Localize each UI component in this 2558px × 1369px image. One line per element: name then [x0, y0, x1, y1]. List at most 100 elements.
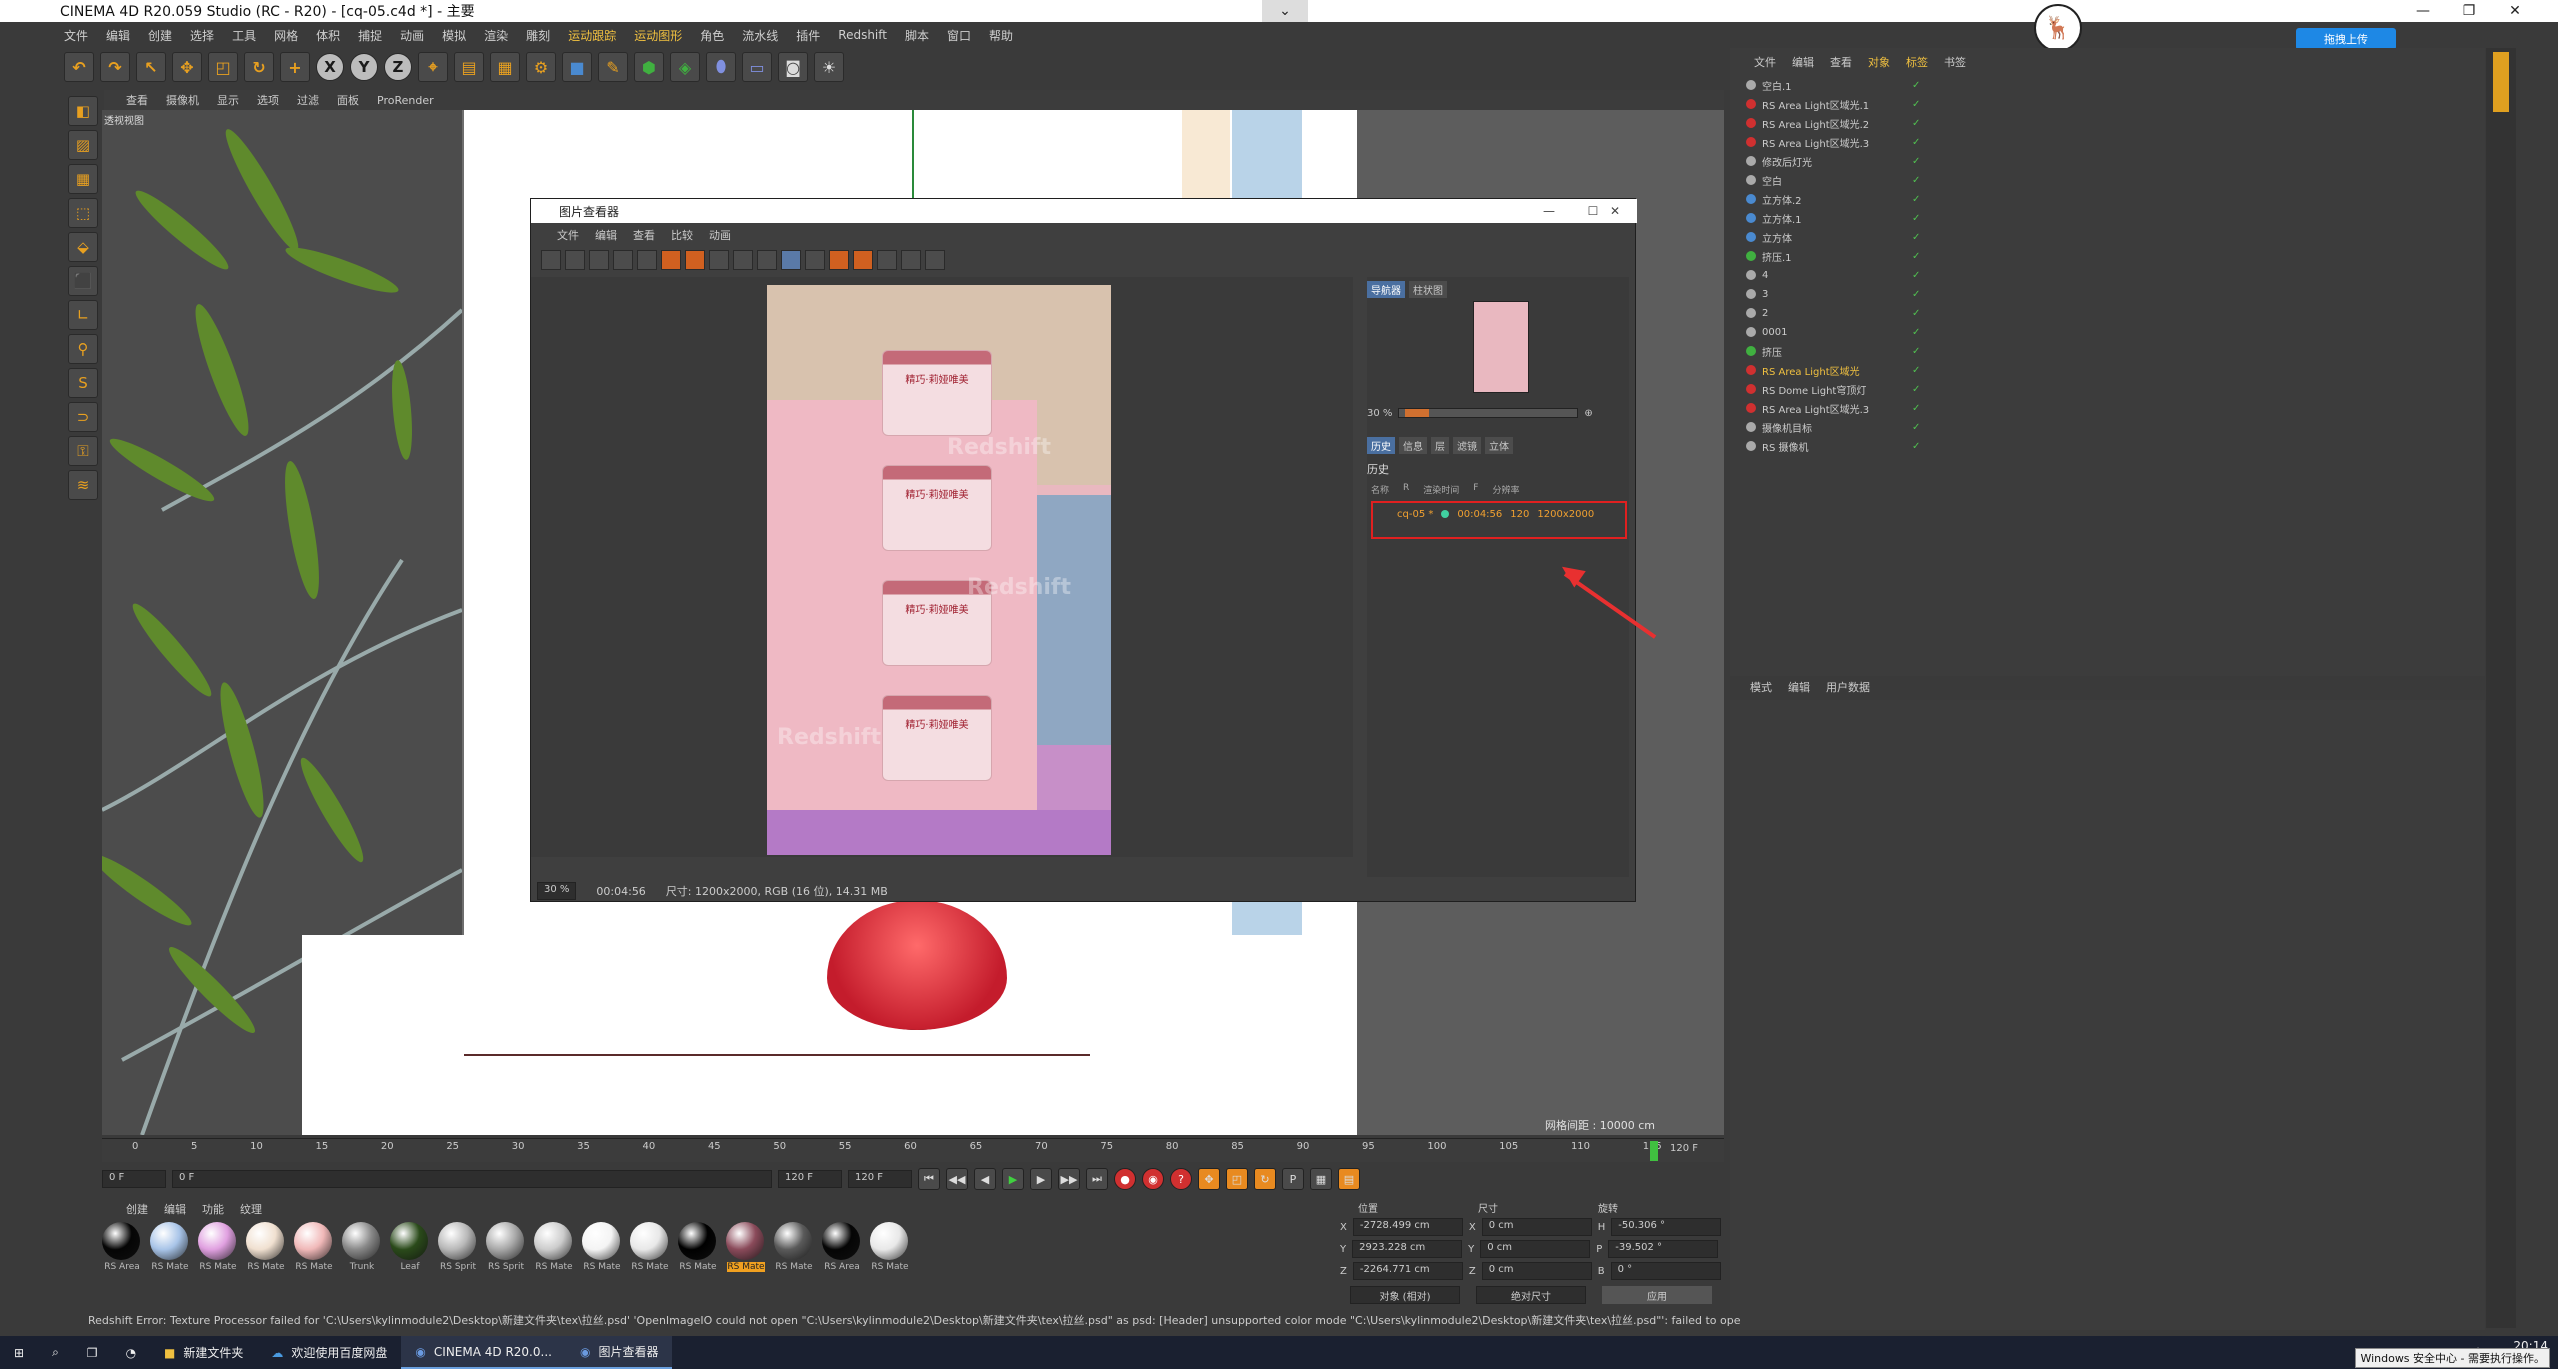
viewport-menu-item[interactable]: ProRender — [377, 94, 434, 107]
size-z-field[interactable]: 0 cm — [1481, 1262, 1592, 1280]
range-start-field[interactable]: 0 F — [172, 1170, 772, 1188]
coordinate-system-icon[interactable]: ⌖ — [418, 52, 448, 82]
pv-menu-item[interactable]: 编辑 — [595, 227, 617, 243]
light-icon[interactable]: ☀ — [814, 52, 844, 82]
security-tooltip[interactable]: Windows 安全中心 - 需要执行操作。 — [2355, 1348, 2550, 1368]
menu-item[interactable]: 文件 — [64, 27, 88, 44]
object-row[interactable]: 空白.1 ✓ — [1746, 76, 2466, 94]
viewport-menu-item[interactable]: 显示 — [217, 92, 239, 108]
avatar[interactable]: 🦌 — [2034, 4, 2082, 52]
material-swatch[interactable]: RS Area — [822, 1222, 862, 1282]
navigator-thumbnail[interactable] — [1473, 301, 1529, 393]
tab-history[interactable]: 历史 — [1367, 437, 1395, 454]
visibility-check-icon[interactable]: ✓ — [1912, 441, 1920, 452]
polygons-mode-icon[interactable]: ⬛ — [68, 266, 98, 296]
material-swatch[interactable]: RS Mate — [870, 1222, 910, 1282]
pos-y-field[interactable]: 2923.228 cm — [1352, 1240, 1463, 1258]
subdivision-icon[interactable]: ⬢ — [634, 52, 664, 82]
menu-item[interactable]: 创建 — [148, 27, 172, 44]
stop-render-icon[interactable] — [685, 250, 705, 270]
rot-h-field[interactable]: -50.306 ° — [1611, 1218, 1722, 1236]
visibility-check-icon[interactable]: ✓ — [1912, 118, 1920, 129]
visibility-check-icon[interactable]: ✓ — [1912, 156, 1920, 167]
layout-icon[interactable] — [901, 250, 921, 270]
attr-menu-item[interactable]: 用户数据 — [1826, 679, 1870, 695]
tab-filter[interactable]: 滤镜 — [1453, 437, 1481, 454]
taskbar-item-picture-viewer[interactable]: ◉ 图片查看器 — [565, 1336, 673, 1369]
visibility-check-icon[interactable]: ✓ — [1912, 422, 1920, 433]
restore-button[interactable]: ❐ — [2446, 0, 2492, 22]
tweak-icon[interactable]: ⚲ — [68, 334, 98, 364]
object-row[interactable]: RS Area Light区域光.3 ✓ — [1746, 399, 2466, 417]
crop-icon[interactable] — [613, 250, 633, 270]
model-mode-icon[interactable]: ◧ — [68, 96, 98, 126]
search-icon[interactable]: ⌕ — [38, 1336, 73, 1369]
goto-end-icon[interactable]: ⏭ — [1086, 1168, 1108, 1190]
visibility-check-icon[interactable]: ✓ — [1912, 80, 1920, 91]
tab-layers[interactable]: 层 — [1431, 437, 1449, 454]
deformer-icon[interactable]: ⬮ — [706, 52, 736, 82]
current-frame-field[interactable]: 0 F — [102, 1170, 166, 1188]
goto-start-icon[interactable]: ⏮ — [918, 1168, 940, 1190]
attr-menu-item[interactable]: 模式 — [1750, 679, 1772, 695]
save-icon[interactable] — [565, 250, 585, 270]
floor-icon[interactable]: ▭ — [742, 52, 772, 82]
material-menu-item[interactable]: 纹理 — [240, 1201, 262, 1217]
menu-item[interactable]: 网格 — [274, 27, 298, 44]
pv-close-button[interactable]: ✕ — [1593, 199, 1637, 223]
visibility-check-icon[interactable]: ✓ — [1912, 175, 1920, 186]
material-menu-item[interactable]: 编辑 — [164, 1201, 186, 1217]
object-row[interactable]: 3 ✓ — [1746, 285, 2466, 303]
object-row[interactable]: 立方体.2 ✓ — [1746, 190, 2466, 208]
cube-icon[interactable]: ■ — [562, 52, 592, 82]
om-menu-item[interactable]: 文件 — [1754, 54, 1776, 70]
visibility-check-icon[interactable]: ✓ — [1912, 308, 1920, 319]
material-swatch[interactable]: RS Mate — [198, 1222, 238, 1282]
object-row[interactable]: RS 摄像机 ✓ — [1746, 437, 2466, 455]
edges-mode-icon[interactable]: ⬙ — [68, 232, 98, 262]
next-frame-icon[interactable]: ▶ — [1030, 1168, 1052, 1190]
tab-navigator[interactable]: 导航器 — [1367, 281, 1405, 298]
material-swatch[interactable]: RS Mate — [246, 1222, 286, 1282]
pos-z-field[interactable]: -2264.771 cm — [1352, 1262, 1463, 1280]
object-row[interactable]: 摄像机目标 ✓ — [1746, 418, 2466, 436]
visibility-check-icon[interactable]: ✓ — [1912, 213, 1920, 224]
upload-button[interactable]: 拖拽上传 — [2296, 28, 2396, 50]
render-view-icon[interactable]: ▤ — [454, 52, 484, 82]
copy-icon[interactable] — [589, 250, 609, 270]
a-icon[interactable] — [829, 250, 849, 270]
prev-key-icon[interactable]: ◀◀ — [946, 1168, 968, 1190]
zoom-plus-icon[interactable]: ⊕ — [1584, 408, 1592, 419]
pv-menu-item[interactable]: 查看 — [633, 227, 655, 243]
compare-b-icon[interactable] — [733, 250, 753, 270]
menu-item[interactable]: Redshift — [838, 28, 887, 42]
object-row[interactable]: 立方体 ✓ — [1746, 228, 2466, 246]
rot-p-field[interactable]: -39.502 ° — [1608, 1240, 1719, 1258]
visibility-check-icon[interactable]: ✓ — [1912, 384, 1920, 395]
attr-menu-item[interactable]: 编辑 — [1788, 679, 1810, 695]
status-zoom[interactable]: 30 % — [537, 882, 577, 900]
menu-item[interactable]: 渲染 — [484, 27, 508, 44]
range-end-field[interactable]: 120 F — [778, 1170, 842, 1188]
task-view-icon[interactable]: ❐ — [73, 1336, 112, 1369]
menu-item[interactable]: 运动跟踪 — [568, 27, 616, 44]
object-row[interactable]: 修改后灯光 ✓ — [1746, 152, 2466, 170]
collapse-icon[interactable]: ⌄ — [1262, 0, 1308, 22]
tab-histogram[interactable]: 柱状图 — [1409, 281, 1447, 298]
visibility-check-icon[interactable]: ✓ — [1912, 365, 1920, 376]
material-swatch[interactable]: RS Mate — [630, 1222, 670, 1282]
om-menu-item[interactable]: 查看 — [1830, 54, 1852, 70]
magnet-icon[interactable]: ⊃ — [68, 402, 98, 432]
menu-item[interactable]: 捕捉 — [358, 27, 382, 44]
points-mode-icon[interactable]: ⬚ — [68, 198, 98, 228]
b-icon[interactable] — [853, 250, 873, 270]
menu-item[interactable]: 插件 — [796, 27, 820, 44]
close-button[interactable]: ✕ — [2492, 0, 2538, 22]
undo-icon[interactable]: ↶ — [64, 52, 94, 82]
menu-item[interactable]: 帮助 — [989, 27, 1013, 44]
pv-menu-item[interactable]: 动画 — [709, 227, 731, 243]
visibility-check-icon[interactable]: ✓ — [1912, 270, 1920, 281]
record-icon[interactable]: ● — [1114, 1168, 1136, 1190]
menu-item[interactable]: 工具 — [232, 27, 256, 44]
material-swatch[interactable]: RS Sprit — [438, 1222, 478, 1282]
